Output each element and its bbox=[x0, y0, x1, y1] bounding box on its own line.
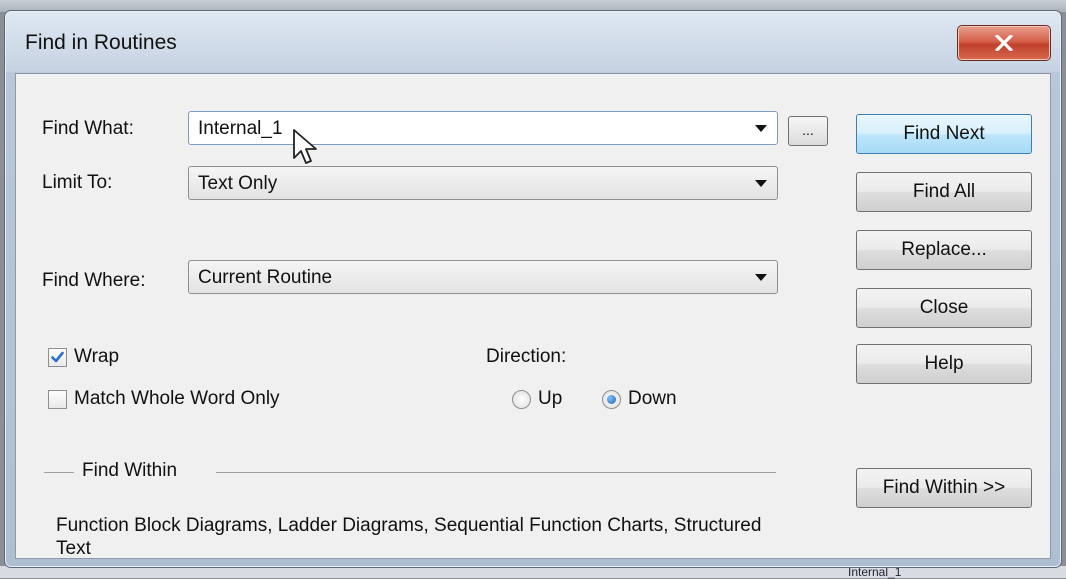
title-bar: Find in Routines bbox=[5, 11, 1061, 73]
find-where-select[interactable]: Current Routine bbox=[188, 260, 778, 294]
find-within-group-label: Find Within bbox=[82, 460, 178, 481]
mouse-cursor-icon bbox=[293, 129, 317, 164]
close-icon bbox=[995, 35, 1013, 51]
find-where-dropdown-arrow-icon[interactable] bbox=[755, 274, 767, 281]
checkmark-icon bbox=[51, 351, 64, 363]
find-what-dropdown-arrow-icon[interactable] bbox=[755, 125, 767, 132]
group-divider-left bbox=[44, 472, 74, 473]
find-what-input[interactable]: Internal_1 bbox=[198, 118, 283, 140]
find-within-description: Function Block Diagrams, Ladder Diagrams… bbox=[56, 515, 762, 559]
find-in-routines-dialog: Find in Routines Find What: Internal_1 .… bbox=[4, 10, 1062, 568]
dialog-title: Find in Routines bbox=[25, 31, 177, 54]
find-what-combobox[interactable]: Internal_1 bbox=[188, 111, 778, 145]
replace-button[interactable]: Replace... bbox=[856, 230, 1032, 270]
match-whole-word-label[interactable]: Match Whole Word Only bbox=[74, 388, 280, 410]
match-whole-word-checkbox[interactable] bbox=[48, 390, 67, 409]
close-button[interactable]: Close bbox=[856, 288, 1032, 328]
limit-to-label: Limit To: bbox=[42, 172, 113, 193]
find-where-value: Current Routine bbox=[198, 267, 333, 288]
wrap-checkbox[interactable] bbox=[48, 348, 67, 367]
limit-to-dropdown-arrow-icon[interactable] bbox=[755, 180, 767, 187]
dialog-body: Find What: Internal_1 ... Limit To: Text… bbox=[15, 73, 1051, 559]
limit-to-value: Text Only bbox=[198, 173, 278, 194]
window-close-button[interactable] bbox=[957, 25, 1051, 61]
find-all-button[interactable]: Find All bbox=[856, 172, 1032, 212]
direction-label: Direction: bbox=[486, 346, 567, 367]
direction-down-radio[interactable] bbox=[602, 390, 621, 409]
direction-up-radio[interactable] bbox=[512, 390, 531, 409]
find-within-button[interactable]: Find Within >> bbox=[856, 468, 1032, 508]
browse-button[interactable]: ... bbox=[788, 116, 828, 146]
group-divider-right bbox=[216, 472, 776, 473]
wrap-label[interactable]: Wrap bbox=[74, 346, 119, 368]
find-what-label: Find What: bbox=[42, 118, 134, 139]
direction-up-label[interactable]: Up bbox=[538, 388, 562, 410]
limit-to-select[interactable]: Text Only bbox=[188, 166, 778, 200]
help-button[interactable]: Help bbox=[856, 344, 1032, 384]
find-next-button[interactable]: Find Next bbox=[856, 114, 1032, 154]
find-where-label: Find Where: bbox=[42, 270, 146, 291]
direction-down-label[interactable]: Down bbox=[628, 388, 677, 410]
radio-selected-dot-icon bbox=[607, 395, 616, 404]
